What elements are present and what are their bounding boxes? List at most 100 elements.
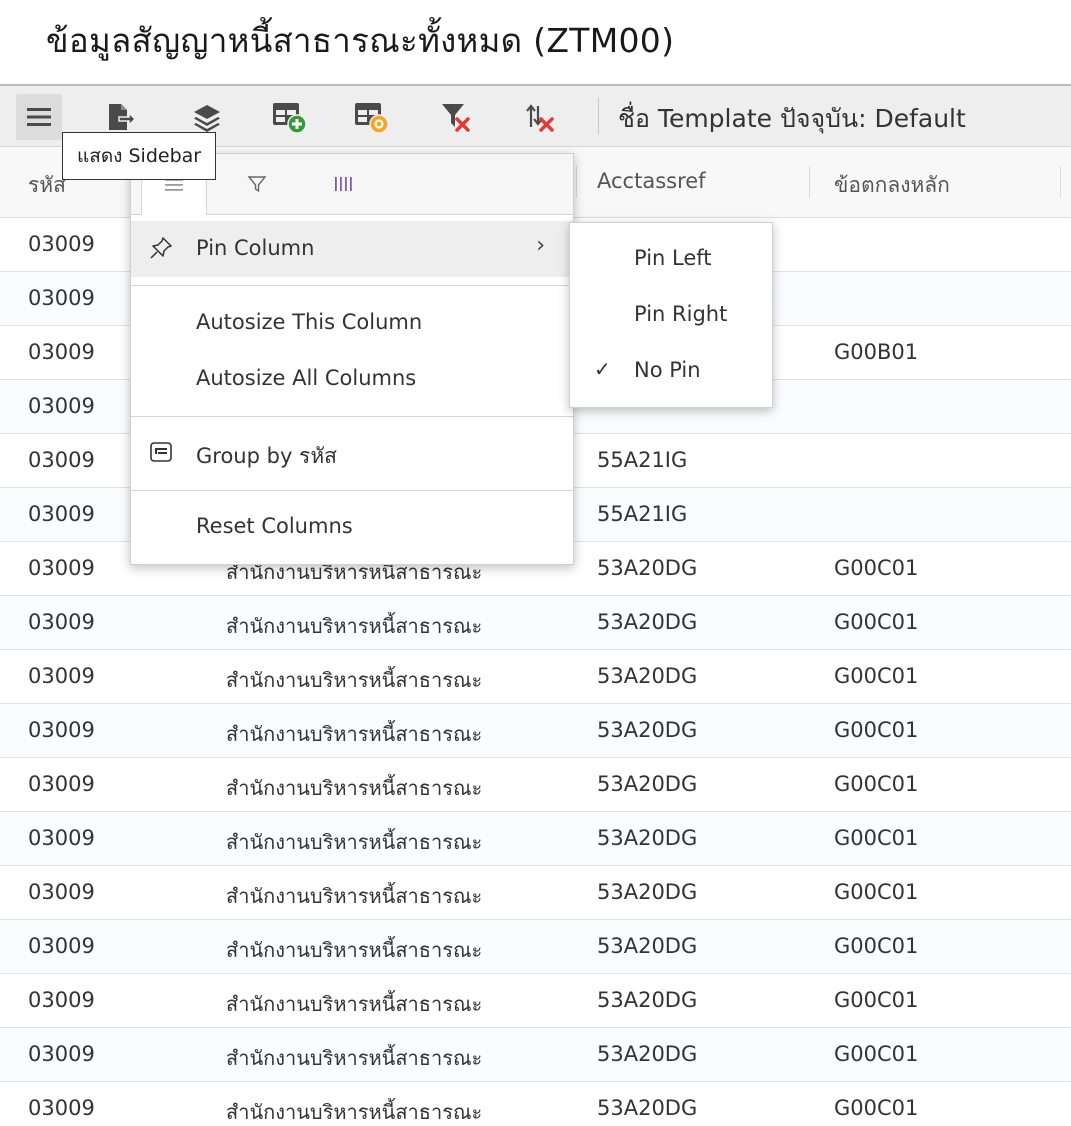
pin-icon xyxy=(149,236,173,265)
menu-divider xyxy=(131,416,573,417)
table-cell: 53A20DG xyxy=(597,772,698,796)
menu-item-autosize-all-columns[interactable]: Autosize All Columns xyxy=(131,351,573,407)
table-row[interactable]: 03009 สำนักงานบริหารหนี้สาธารณะ 53A20DG G00… xyxy=(0,758,1071,812)
show-sidebar-button[interactable] xyxy=(16,94,62,140)
menu-divider xyxy=(131,285,573,286)
table-cell: 53A20DG xyxy=(597,556,698,580)
table-cell: 55A21IG xyxy=(597,502,688,526)
column-menu: Pin Column › Autosize This Column Autosi… xyxy=(130,153,574,565)
group-icon xyxy=(149,440,173,469)
menu-item-pin-right[interactable]: Pin Right xyxy=(570,287,772,343)
table-cell: 53A20DG xyxy=(597,664,698,688)
table-cell: สำนักงานบริหารหนี้สาธารณะ xyxy=(226,938,483,962)
menu-item-label: Pin Column xyxy=(196,236,315,260)
menu-item-label: Pin Left xyxy=(634,246,712,270)
table-cell: 03009 xyxy=(28,286,95,310)
table-cell: G00C01 xyxy=(834,1096,919,1120)
pin-submenu: Pin Left Pin Right ✓ No Pin xyxy=(569,222,773,408)
table-cell: 53A20DG xyxy=(597,934,698,958)
table-cell: G00C01 xyxy=(834,772,919,796)
table-cell: 03009 xyxy=(28,394,95,418)
menu-item-label: Autosize This Column xyxy=(196,310,423,334)
table-cell: G00C01 xyxy=(834,988,919,1012)
table-cell: สำนักงานบริหารหนี้สาธารณะ xyxy=(226,992,483,1016)
table-cell: G00C01 xyxy=(834,1042,919,1066)
table-cell: 03009 xyxy=(28,664,95,688)
table-cell: สำนักงานบริหารหนี้สาธารณะ xyxy=(226,776,483,800)
table-cell: 03009 xyxy=(28,718,95,742)
table-cell: 03009 xyxy=(28,988,95,1012)
table-cell: 03009 xyxy=(28,502,95,526)
toolbar-divider xyxy=(598,98,599,134)
column-header-agreement[interactable]: ข้อตกลงหลัก xyxy=(834,169,950,202)
filter-icon xyxy=(247,176,267,193)
columns-icon xyxy=(335,177,352,191)
check-icon: ✓ xyxy=(594,357,611,381)
menu-item-pin-left[interactable]: Pin Left xyxy=(570,231,772,287)
table-cell: G00C01 xyxy=(834,664,919,688)
clear-sort-button[interactable] xyxy=(516,94,562,140)
column-separator[interactable] xyxy=(1060,166,1061,198)
table-cell: 53A20DG xyxy=(597,826,698,850)
column-separator[interactable] xyxy=(576,166,577,198)
table-cell: สำนักงานบริหารหนี้สาธารณะ xyxy=(226,830,483,854)
table-cell: 03009 xyxy=(28,826,95,850)
page-title: ข้อมูลสัญญาหนี้สาธารณะทั้งหมด (ZTM00) xyxy=(46,21,675,60)
table-cell: G00C01 xyxy=(834,610,919,634)
menu-item-label: Pin Right xyxy=(634,302,728,326)
table-cell: 53A20DG xyxy=(597,880,698,904)
menu-item-label: No Pin xyxy=(634,358,701,382)
table-row[interactable]: 03009 สำนักงานบริหารหนี้สาธารณะ 53A20DG G00… xyxy=(0,1028,1071,1082)
table-row[interactable]: 03009 สำนักงานบริหารหนี้สาธารณะ 53A20DG G00… xyxy=(0,920,1071,974)
menu-item-reset-columns[interactable]: Reset Columns xyxy=(131,499,573,555)
layers-icon xyxy=(194,105,220,132)
table-cell: 55A21IG xyxy=(597,448,688,472)
edit-template-button[interactable] xyxy=(348,94,394,140)
table-cell: 03009 xyxy=(28,232,95,256)
menu-item-label: Reset Columns xyxy=(196,514,353,538)
table-cell: 03009 xyxy=(28,880,95,904)
table-row[interactable]: 03009 สำนักงานบริหารหนี้สาธารณะ 53A20DG G00… xyxy=(0,704,1071,758)
table-cell: สำนักงานบริหารหนี้สาธารณะ xyxy=(226,722,483,746)
column-header-code[interactable]: รหัส xyxy=(28,169,66,202)
table-row[interactable]: 03009 สำนักงานบริหารหนี้สาธารณะ 53A20DG G00… xyxy=(0,866,1071,920)
table-cell: สำนักงานบริหารหนี้สาธารณะ xyxy=(226,614,483,638)
table-cell: 03009 xyxy=(28,556,95,580)
table-cell: G00C01 xyxy=(834,934,919,958)
table-cell: 53A20DG xyxy=(597,718,698,742)
table-cell: 03009 xyxy=(28,610,95,634)
add-template-button[interactable] xyxy=(266,94,312,140)
column-separator[interactable] xyxy=(809,166,810,198)
table-cell: G00B01 xyxy=(834,340,919,364)
table-cell: 03009 xyxy=(28,1096,95,1120)
menu-item-label: Autosize All Columns xyxy=(196,366,417,390)
menu-item-pin-column[interactable]: Pin Column › xyxy=(131,221,573,277)
show-sidebar-tooltip: แสดง Sidebar xyxy=(62,132,217,180)
table-row[interactable]: 03009 สำนักงานบริหารหนี้สาธารณะ 53A20DG G00… xyxy=(0,596,1071,650)
edit-template-icon xyxy=(355,103,389,134)
table-cell: 03009 xyxy=(28,340,95,364)
clear-sort-icon xyxy=(526,104,554,132)
table-cell: 53A20DG xyxy=(597,1042,698,1066)
menu-icon xyxy=(27,108,51,126)
table-row[interactable]: 03009 สำนักงานบริหารหนี้สาธารณะ 53A20DG G00… xyxy=(0,812,1071,866)
clear-filter-button[interactable] xyxy=(432,94,478,140)
table-cell: G00C01 xyxy=(834,556,919,580)
menu-item-autosize-this-column[interactable]: Autosize This Column xyxy=(131,295,573,351)
table-cell: G00C01 xyxy=(834,718,919,742)
table-cell: สำนักงานบริหารหนี้สาธารณะ xyxy=(226,884,483,908)
table-cell: 53A20DG xyxy=(597,610,698,634)
tab-columns[interactable] xyxy=(311,154,375,214)
tab-filter[interactable] xyxy=(225,154,289,214)
export-icon xyxy=(109,104,135,130)
table-row[interactable]: 03009 สำนักงานบริหารหนี้สาธารณะ 53A20DG G00… xyxy=(0,650,1071,704)
table-cell: 03009 xyxy=(28,772,95,796)
table-cell: 03009 xyxy=(28,934,95,958)
table-row[interactable]: 03009 สำนักงานบริหารหนี้สาธารณะ 53A20DG G00… xyxy=(0,1082,1071,1126)
menu-item-no-pin[interactable]: ✓ No Pin xyxy=(570,343,772,399)
table-cell: สำนักงานบริหารหนี้สาธารณะ xyxy=(226,1100,483,1124)
menu-divider xyxy=(131,490,573,491)
column-header-acctassref[interactable]: Acctassref xyxy=(597,169,706,193)
table-row[interactable]: 03009 สำนักงานบริหารหนี้สาธารณะ 53A20DG G00… xyxy=(0,974,1071,1028)
menu-item-group-by[interactable]: Group by รหัส xyxy=(131,425,573,481)
